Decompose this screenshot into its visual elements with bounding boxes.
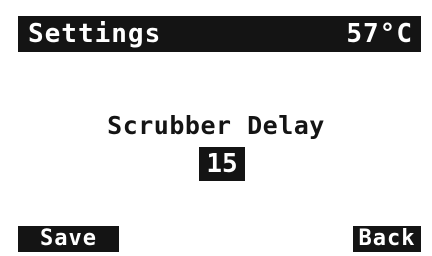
save-button[interactable]: Save — [18, 226, 119, 252]
temperature-readout: 57°C — [346, 19, 413, 49]
setting-name: Scrubber Delay — [107, 111, 325, 140]
title-bar: Settings 57°C — [18, 16, 421, 52]
page-title: Settings — [28, 19, 162, 49]
back-button[interactable]: Back — [353, 226, 421, 252]
lcd-screen: Settings 57°C Scrubber Delay 15 Save Bac… — [0, 0, 432, 256]
setting-value-field[interactable]: 15 — [199, 147, 245, 181]
